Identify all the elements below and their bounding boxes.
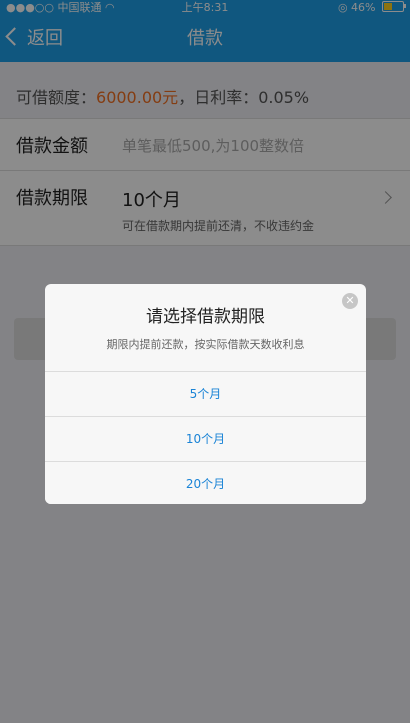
term-option-10[interactable]: 10个月 bbox=[45, 416, 366, 461]
term-option-5[interactable]: 5个月 bbox=[45, 371, 366, 416]
term-picker-dialog: 请选择借款期限 期限内提前还款，按实际借款天数收利息 ✕ 5个月 10个月 20… bbox=[45, 284, 366, 504]
close-icon[interactable]: ✕ bbox=[342, 293, 358, 309]
term-option-20[interactable]: 20个月 bbox=[45, 461, 366, 504]
dialog-title: 请选择借款期限 bbox=[146, 307, 265, 327]
dialog-subtitle: 期限内提前还款，按实际借款天数收利息 bbox=[106, 338, 305, 351]
